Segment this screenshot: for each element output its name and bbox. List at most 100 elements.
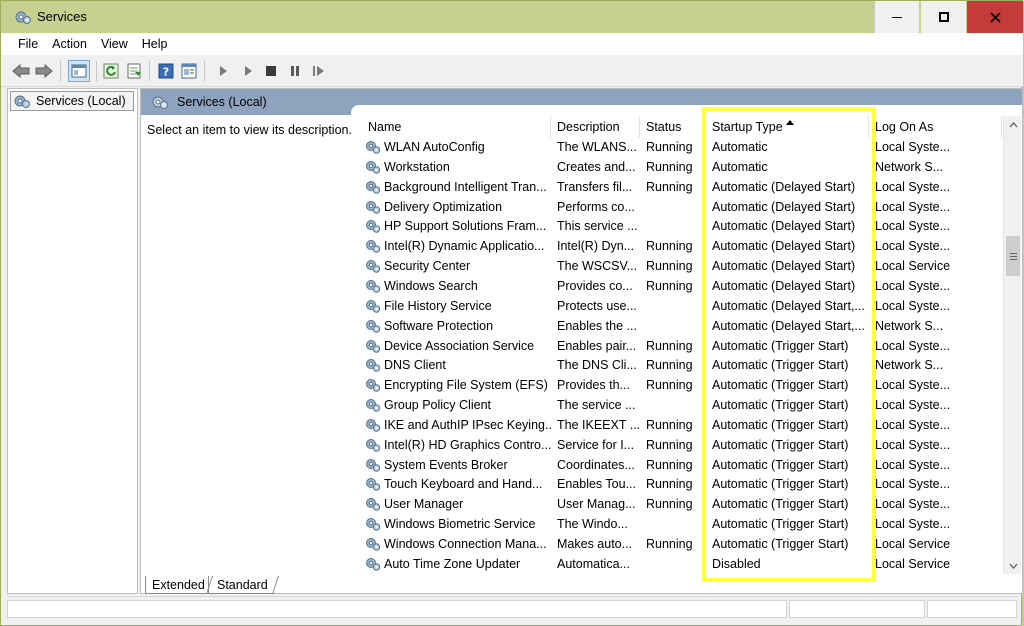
table-row[interactable]: Touch Keyboard and Hand... Enables Tou...… xyxy=(362,474,1002,494)
service-log-on-as-cell: Local Syste... xyxy=(875,455,950,475)
service-startup-type-cell-text: Automatic xyxy=(712,159,768,174)
export-list-button[interactable] xyxy=(124,61,144,81)
table-row[interactable]: Delivery Optimization Performs co... Autom… xyxy=(362,197,1002,217)
table-row[interactable]: DNS Client The DNS Cli... Running Automatic… xyxy=(362,355,1002,375)
table-row[interactable]: Background Intelligent Tran... Transfers … xyxy=(362,177,1002,197)
table-row[interactable]: Device Association Service Enables pair..… xyxy=(362,336,1002,356)
table-row[interactable]: Auto Time Zone Updater Automatica... Disab… xyxy=(362,554,1002,574)
menu-view[interactable]: View xyxy=(94,37,135,51)
service-startup-type-cell: Disabled xyxy=(712,554,867,574)
service-description-cell-text: Enables the ... xyxy=(557,318,637,333)
service-status-cell-text: Running xyxy=(646,278,693,293)
toolbar-separator xyxy=(204,61,205,81)
service-status-cell xyxy=(646,554,706,574)
service-log-on-as-cell: Local Syste... xyxy=(875,435,950,455)
service-log-on-as-cell-text: Local Syste... xyxy=(875,477,950,492)
maximize-button[interactable] xyxy=(921,1,966,33)
menu-action[interactable]: Action xyxy=(45,37,94,51)
service-status-cell-text: Running xyxy=(646,378,693,393)
service-log-on-as-cell: Local Syste... xyxy=(875,216,950,236)
scroll-thumb[interactable] xyxy=(1006,236,1020,276)
service-startup-type-cell-text: Automatic (Delayed Start) xyxy=(712,259,856,274)
service-log-on-as-cell-text: Local Syste... xyxy=(875,140,950,154)
table-row[interactable]: Software Protection Enables the ... Automa… xyxy=(362,316,1002,336)
service-startup-type-cell: Automatic xyxy=(712,157,867,177)
service-description-cell: Coordinates... xyxy=(557,455,640,475)
column-header-status[interactable]: Status xyxy=(640,116,706,138)
service-name-cell: File History Service xyxy=(365,296,553,316)
minimize-icon xyxy=(892,16,902,18)
table-row[interactable]: Windows Connection Mana... Makes auto... R… xyxy=(362,534,1002,554)
service-name-cell-text: Background Intelligent Tran... xyxy=(384,179,547,194)
column-header-name[interactable]: Name xyxy=(362,116,551,138)
service-status-cell: Running xyxy=(646,336,706,356)
table-row[interactable]: Windows Search Provides co... Running Autom… xyxy=(362,276,1002,296)
table-row[interactable]: File History Service Protects use... Autom… xyxy=(362,296,1002,316)
service-log-on-as-cell-text: Local Syste... xyxy=(875,338,950,353)
service-name-cell: Workstation xyxy=(365,157,553,177)
service-description-cell: Makes auto... xyxy=(557,534,640,554)
table-row[interactable]: Windows Biometric Service The Windo... Aut… xyxy=(362,514,1002,534)
title-bar[interactable]: Services xyxy=(1,1,1023,33)
back-button[interactable] xyxy=(11,61,31,81)
stop-service-button[interactable] xyxy=(261,61,281,81)
service-gear-icon xyxy=(366,299,381,313)
service-status-cell-text: Running xyxy=(646,259,693,274)
column-header-description[interactable]: Description xyxy=(551,116,640,138)
show-hide-console-tree-button[interactable] xyxy=(68,60,90,82)
column-header-label: Startup Type xyxy=(712,120,783,134)
column-header-startup-type[interactable]: Startup Type xyxy=(706,116,869,138)
menu-help[interactable]: Help xyxy=(135,37,175,51)
table-row[interactable]: Encrypting File System (EFS) Provides th.… xyxy=(362,375,1002,395)
service-startup-type-cell: Automatic (Delayed Start,... xyxy=(712,296,867,316)
service-startup-type-cell: Automatic (Trigger Start) xyxy=(712,355,867,375)
table-row[interactable]: User Manager User Manag... Running Automati… xyxy=(362,494,1002,514)
menu-file[interactable]: File xyxy=(11,37,45,51)
service-name-cell-text: Windows Search xyxy=(384,278,478,293)
table-row[interactable]: Group Policy Client The service ... Automa… xyxy=(362,395,1002,415)
tree-item-services-local[interactable]: Services (Local) xyxy=(10,91,134,111)
table-row[interactable]: Intel(R) HD Graphics Contro... Service fo… xyxy=(362,435,1002,455)
table-row[interactable]: HP Support Solutions Fram... This service… xyxy=(362,216,1002,236)
service-startup-type-cell-text: Automatic (Trigger Start) xyxy=(712,497,849,512)
start-service-button[interactable] xyxy=(213,61,233,81)
service-name-cell-text: HP Support Solutions Fram... xyxy=(384,219,547,234)
table-row[interactable]: WLAN AutoConfig The WLANS... Running Automa… xyxy=(362,137,1002,157)
service-description-cell: This service ... xyxy=(557,216,640,236)
properties-button[interactable] xyxy=(179,61,199,81)
service-description-cell: Automatica... xyxy=(557,554,640,574)
service-status-cell xyxy=(646,316,706,336)
service-gear-icon xyxy=(366,518,381,531)
service-name-cell: Delivery Optimization xyxy=(365,197,553,217)
tab-extended[interactable]: Extended xyxy=(145,576,209,594)
scroll-down-button[interactable] xyxy=(1004,557,1022,574)
table-row[interactable]: Security Center The WSCSV... Running Automa… xyxy=(362,256,1002,276)
table-row[interactable]: Workstation Creates and... Running Automati… xyxy=(362,157,1002,177)
scroll-up-button[interactable] xyxy=(1004,116,1022,133)
start-service-alt-button[interactable] xyxy=(238,61,258,81)
forward-button[interactable] xyxy=(34,61,54,81)
service-gear-icon xyxy=(366,339,381,353)
status-bar xyxy=(7,596,1019,618)
service-name-cell-text: User Manager xyxy=(384,497,464,512)
vertical-scrollbar[interactable] xyxy=(1003,116,1021,574)
service-gear-icon xyxy=(366,478,381,492)
service-name-cell: Intel(R) HD Graphics Contro... xyxy=(365,435,553,455)
table-row[interactable]: Intel(R) Dynamic Applicatio... Intel(R) D… xyxy=(362,236,1002,256)
table-row[interactable]: IKE and AuthIP IPsec Keying... The IKEEXT… xyxy=(362,415,1002,435)
status-pane-main xyxy=(7,600,787,618)
help-button[interactable]: ? xyxy=(156,61,176,81)
tab-standard[interactable]: Standard xyxy=(209,576,275,594)
service-startup-type-cell: Automatic (Trigger Start) xyxy=(712,474,867,494)
restart-service-button[interactable] xyxy=(309,61,329,81)
service-status-cell: Running xyxy=(646,236,706,256)
show-hide-console-tree-icon xyxy=(71,64,87,78)
pause-service-button[interactable] xyxy=(285,61,305,81)
service-startup-type-cell-text: Automatic (Delayed Start) xyxy=(712,219,856,234)
service-name-cell: Intel(R) Dynamic Applicatio... xyxy=(365,236,553,256)
minimize-button[interactable] xyxy=(874,1,919,33)
refresh-button[interactable] xyxy=(101,61,121,81)
close-button[interactable] xyxy=(967,1,1023,33)
column-header-log-on-as[interactable]: Log On As xyxy=(869,116,1002,138)
table-row[interactable]: System Events Broker Coordinates... Runnin… xyxy=(362,455,1002,475)
